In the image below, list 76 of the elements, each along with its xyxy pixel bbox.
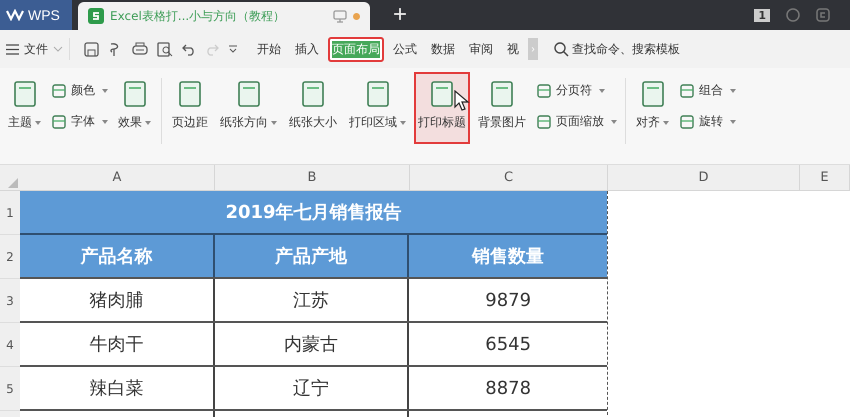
ribbon-button[interactable]: 旋转 — [677, 111, 738, 132]
ribbon-tab[interactable]: 开始 — [252, 34, 286, 64]
window-count-badge[interactable]: 1 — [754, 8, 770, 22]
search-icon — [554, 42, 569, 56]
table-cell: 辽宁 — [214, 367, 410, 409]
ribbon-button[interactable]: 打印区域 — [345, 72, 410, 144]
table-cell-text: 9879 — [484, 288, 532, 312]
logo-icon — [6, 9, 24, 21]
dropdown-icon[interactable] — [228, 44, 238, 54]
column-header[interactable]: A — [20, 165, 215, 190]
column-header[interactable]: E — [800, 165, 850, 190]
row-header[interactable]: 4 — [0, 323, 20, 367]
ribbon-button[interactable]: 主题 — [4, 72, 45, 144]
ribbon-button[interactable]: 纸张大小 — [285, 72, 341, 144]
square-icon — [51, 82, 67, 98]
column-header[interactable]: B — [215, 165, 410, 190]
monitor-icon[interactable] — [333, 10, 347, 22]
preview-icon[interactable] — [157, 42, 173, 56]
header-cell: 产品名称 — [20, 235, 215, 277]
square-icon — [536, 82, 552, 98]
ribbon-tab[interactable]: 视 — [502, 34, 524, 64]
page-icon — [489, 80, 515, 108]
ribbon-tab[interactable]: 插入 — [290, 34, 324, 64]
table-cell: 江苏 — [214, 279, 410, 321]
table-cell: 辣白菜 — [20, 367, 215, 409]
ribbon-button[interactable]: 对齐 — [632, 72, 673, 144]
page-icon — [364, 80, 390, 108]
ribbon-tab[interactable]: 数据 — [426, 34, 460, 64]
page-icon — [429, 80, 455, 108]
ribbon-button[interactable]: 纸张方向 — [216, 72, 281, 144]
page-icon — [236, 80, 262, 108]
page-icon — [122, 80, 148, 108]
page-icon — [12, 80, 38, 108]
spreadsheet-icon — [88, 8, 104, 24]
table-cell: 内蒙古 — [214, 323, 410, 365]
app-tab[interactable]: WPS — [0, 0, 72, 30]
save-icon[interactable] — [84, 42, 99, 56]
table-cell-text: 6545 — [484, 332, 532, 356]
page-icon — [177, 80, 203, 108]
page-icon — [640, 80, 666, 108]
print-icon[interactable] — [132, 42, 148, 56]
row-header[interactable]: 3 — [0, 279, 20, 323]
square-icon — [51, 114, 67, 130]
ribbon-button[interactable]: 颜色 — [49, 80, 110, 101]
square-icon[interactable] — [816, 8, 830, 22]
column-header[interactable]: C — [410, 165, 608, 190]
ribbon-button[interactable]: 组合 — [677, 80, 738, 101]
page-icon — [300, 80, 326, 108]
undo-icon[interactable] — [182, 42, 196, 56]
square-icon — [679, 114, 695, 130]
search-field[interactable]: 查找命令、搜索模板 — [554, 40, 680, 58]
ribbon-button[interactable]: 页边距 — [168, 72, 212, 144]
ribbon-button[interactable]: 打印标题 — [414, 72, 470, 144]
ribbon-button[interactable]: 分页符 — [534, 80, 619, 101]
circle-icon[interactable] — [786, 8, 800, 22]
ribbon-button[interactable]: 页面缩放 — [534, 111, 619, 132]
ribbon-button[interactable]: 背景图片 — [474, 72, 530, 144]
new-tab-button[interactable]: + — [370, 0, 430, 30]
square-icon — [536, 114, 552, 130]
header-cell: 产品产地 — [214, 235, 410, 277]
title-cell: 2019年七月销售报告 — [20, 191, 607, 235]
cursor-icon — [454, 90, 470, 112]
column-header[interactable]: D — [608, 165, 800, 190]
table-cell-text: 8878 — [484, 376, 532, 400]
ribbon-tab[interactable]: 审阅 — [464, 34, 498, 64]
header-cell-text: 销售数量 — [470, 245, 546, 269]
row-header[interactable]: 5 — [0, 367, 20, 411]
chevron-icon — [53, 46, 63, 52]
menu-icon — [6, 44, 19, 54]
ribbon-tab[interactable]: 公式 — [388, 34, 422, 64]
ribbon-button[interactable]: 字体 — [49, 111, 110, 132]
table-cell: 猪肉脯 — [20, 279, 215, 321]
square-icon — [679, 82, 695, 98]
ribbon-button[interactable]: 效果 — [114, 72, 155, 144]
table-cell: 牛肉干 — [20, 323, 215, 365]
file-menu[interactable]: 文件 — [0, 38, 70, 60]
